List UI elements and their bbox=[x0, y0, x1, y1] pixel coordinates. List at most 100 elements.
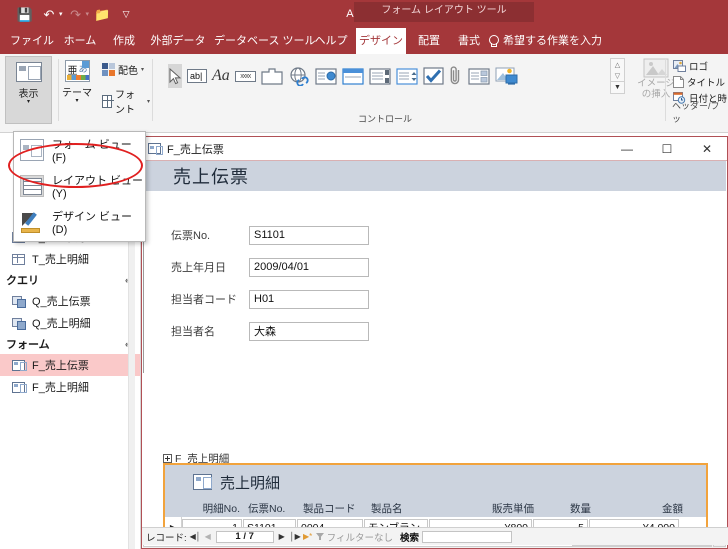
title-button[interactable]: タイトル bbox=[673, 75, 727, 89]
tab-home[interactable]: ホーム bbox=[60, 28, 100, 54]
open-icon[interactable]: 📁 bbox=[91, 3, 113, 25]
header-footer-group-label: ヘッダー/フッ bbox=[672, 101, 720, 124]
design-view-icon bbox=[20, 211, 44, 233]
list-box-icon[interactable] bbox=[396, 64, 418, 88]
tab-design[interactable]: デザイン bbox=[356, 28, 406, 54]
menu-item-layout-view[interactable]: レイアウト ビュー(Y) bbox=[14, 168, 145, 204]
column-header-hanbai-tanka[interactable]: 販売単価 bbox=[433, 501, 538, 516]
logo-button[interactable]: ロゴ bbox=[673, 59, 727, 73]
main-record-position[interactable]: 1 / 7 bbox=[215, 530, 274, 543]
colors-icon bbox=[102, 63, 115, 76]
uriage-date-field[interactable]: 2009/04/01 bbox=[249, 257, 369, 277]
form-field-row: 担当者名 大森 bbox=[171, 321, 369, 341]
close-button[interactable]: ✕ bbox=[687, 137, 727, 161]
undo-icon[interactable]: ↶ bbox=[38, 3, 60, 25]
redo-icon[interactable]: ↷ bbox=[65, 3, 87, 25]
main-first-record-button[interactable]: ◀│ bbox=[190, 532, 201, 541]
nav-group-label: フォーム bbox=[6, 339, 50, 351]
tantousha-name-field[interactable]: 大森 bbox=[249, 321, 369, 341]
gallery-more-icon[interactable]: ▼ bbox=[611, 81, 624, 93]
group-separator-2 bbox=[152, 59, 153, 121]
nav-item-label: F_売上明細 bbox=[32, 382, 89, 394]
nav-item-label: T_売上明細 bbox=[32, 254, 89, 266]
form-field-row: 売上年月日 2009/04/01 bbox=[171, 257, 369, 277]
nav-group-forms[interactable]: フォーム « bbox=[0, 334, 140, 354]
textbox-icon[interactable]: ab| bbox=[187, 64, 207, 88]
gallery-scroll-up-icon[interactable]: △ bbox=[611, 59, 624, 70]
fonts-button[interactable]: フォント ▾ bbox=[102, 86, 150, 116]
subform-header: 売上明細 bbox=[165, 465, 706, 499]
theme-button[interactable]: 亜あ テーマ ▾ bbox=[62, 60, 92, 104]
query-icon bbox=[12, 317, 26, 330]
form-body: 伝票No. S1101 売上年月日 2009/04/01 担当者コード H01 … bbox=[143, 191, 726, 548]
redo-caret-icon[interactable]: ▾ bbox=[86, 10, 90, 18]
menu-item-form-view[interactable]: フォーム ビュー(F) bbox=[14, 132, 145, 168]
view-button[interactable]: 表示 ▾ bbox=[5, 56, 52, 124]
hyperlink-icon[interactable] bbox=[288, 64, 310, 88]
minimize-button[interactable]: — bbox=[607, 137, 647, 161]
view-button-label: 表示 bbox=[18, 89, 39, 100]
web-browser-control-icon[interactable] bbox=[315, 64, 337, 88]
nav-item-q-uriage-denpyo[interactable]: Q_売上伝票 bbox=[0, 290, 140, 312]
check-box-icon[interactable] bbox=[423, 64, 444, 88]
fonts-caret-icon: ▾ bbox=[146, 98, 150, 105]
nav-item-q-uriage-meisai[interactable]: Q_売上明細 bbox=[0, 312, 140, 334]
nav-item-t-uriage-meisai[interactable]: T_売上明細 bbox=[0, 248, 140, 270]
maximize-button[interactable]: ☐ bbox=[647, 137, 687, 161]
attachment-icon[interactable] bbox=[449, 64, 463, 88]
field-label: 担当者コード bbox=[171, 294, 237, 306]
ribbon-tab-strip: ファイル ホーム 作成 外部データ データベース ツール ヘルプ デザイン 配置… bbox=[0, 28, 728, 54]
fonts-label: フォント bbox=[114, 90, 135, 116]
chart-icon[interactable] bbox=[495, 64, 518, 88]
controls-gallery[interactable]: ab| Aa xxxx bbox=[164, 58, 518, 94]
nav-item-label: F_売上伝票 bbox=[32, 360, 89, 372]
column-header-seihin-code[interactable]: 製品コード bbox=[299, 501, 367, 516]
tab-create[interactable]: 作成 bbox=[108, 28, 140, 54]
nav-item-f-uriage-denpyo[interactable]: F_売上伝票 bbox=[0, 354, 140, 376]
undo-caret-icon[interactable]: ▾ bbox=[59, 10, 63, 18]
column-header-kingaku[interactable]: 金額 bbox=[595, 501, 687, 516]
main-search-input[interactable] bbox=[421, 530, 512, 543]
button-icon[interactable]: xxxx bbox=[234, 64, 256, 88]
title-bar: Access 💾 ↶▾ ↷▾ 📁 ▽ フォーム レイアウト ツール bbox=[0, 0, 728, 28]
column-header-suuryou[interactable]: 数量 bbox=[538, 501, 595, 516]
denpyo-no-field[interactable]: S1101 bbox=[249, 225, 369, 245]
nav-item-f-uriage-meisai[interactable]: F_売上明細 bbox=[0, 376, 140, 398]
main-last-record-button[interactable]: │▶ bbox=[290, 532, 301, 541]
option-group-icon[interactable] bbox=[468, 64, 490, 88]
tab-help[interactable]: ヘルプ bbox=[312, 28, 350, 54]
gallery-scroll-down-icon[interactable]: ▽ bbox=[611, 70, 624, 81]
main-prev-record-button[interactable]: ◀ bbox=[203, 532, 213, 541]
ribbon-group-controls: ab| Aa xxxx △ ▽ ▼ イメージ の挿入 コントロール bbox=[155, 54, 675, 126]
nav-group-queries[interactable]: クエリ « bbox=[0, 270, 140, 290]
main-new-record-button[interactable]: ▶* bbox=[303, 532, 313, 541]
layout-view-icon bbox=[20, 175, 44, 197]
tantousha-code-field[interactable]: H01 bbox=[249, 289, 369, 309]
column-header-seihin-name[interactable]: 製品名 bbox=[367, 501, 433, 516]
main-next-record-button[interactable]: ▶ bbox=[277, 532, 287, 541]
tab-file[interactable]: ファイル bbox=[10, 28, 54, 54]
column-header-meisai-no[interactable]: 明細No. bbox=[182, 501, 244, 516]
customize-qat-icon[interactable]: ▽ bbox=[115, 3, 137, 25]
tab-control-icon[interactable] bbox=[261, 64, 283, 88]
controls-gallery-scroller[interactable]: △ ▽ ▼ bbox=[610, 58, 625, 94]
tab-arrange[interactable]: 配置 bbox=[412, 28, 446, 54]
menu-item-design-view[interactable]: デザイン ビュー(D) bbox=[14, 204, 145, 240]
tab-database-tools[interactable]: データベース ツール bbox=[214, 28, 316, 54]
navigation-control-icon[interactable] bbox=[342, 64, 364, 88]
combo-box-icon[interactable] bbox=[369, 64, 391, 88]
filter-icon bbox=[315, 532, 325, 541]
main-filter-status[interactable]: フィルターなし bbox=[315, 530, 393, 544]
colors-caret-icon: ▾ bbox=[141, 67, 145, 73]
controls-group-label: コントロール bbox=[357, 114, 412, 124]
tell-me-box[interactable]: 希望する作業を入力 bbox=[488, 28, 602, 54]
save-icon[interactable]: 💾 bbox=[14, 3, 36, 25]
colors-button[interactable]: 配色 ▾ bbox=[102, 62, 144, 77]
document-tab-title[interactable]: F_売上伝票 bbox=[167, 141, 224, 157]
label-icon[interactable]: Aa bbox=[212, 64, 230, 88]
tab-format[interactable]: 書式 bbox=[452, 28, 486, 54]
expand-plus-icon[interactable] bbox=[163, 454, 172, 463]
select-pointer-icon[interactable] bbox=[168, 64, 182, 88]
tab-external-data[interactable]: 外部データ bbox=[148, 28, 208, 54]
column-header-denpyo-no[interactable]: 伝票No. bbox=[244, 501, 299, 516]
